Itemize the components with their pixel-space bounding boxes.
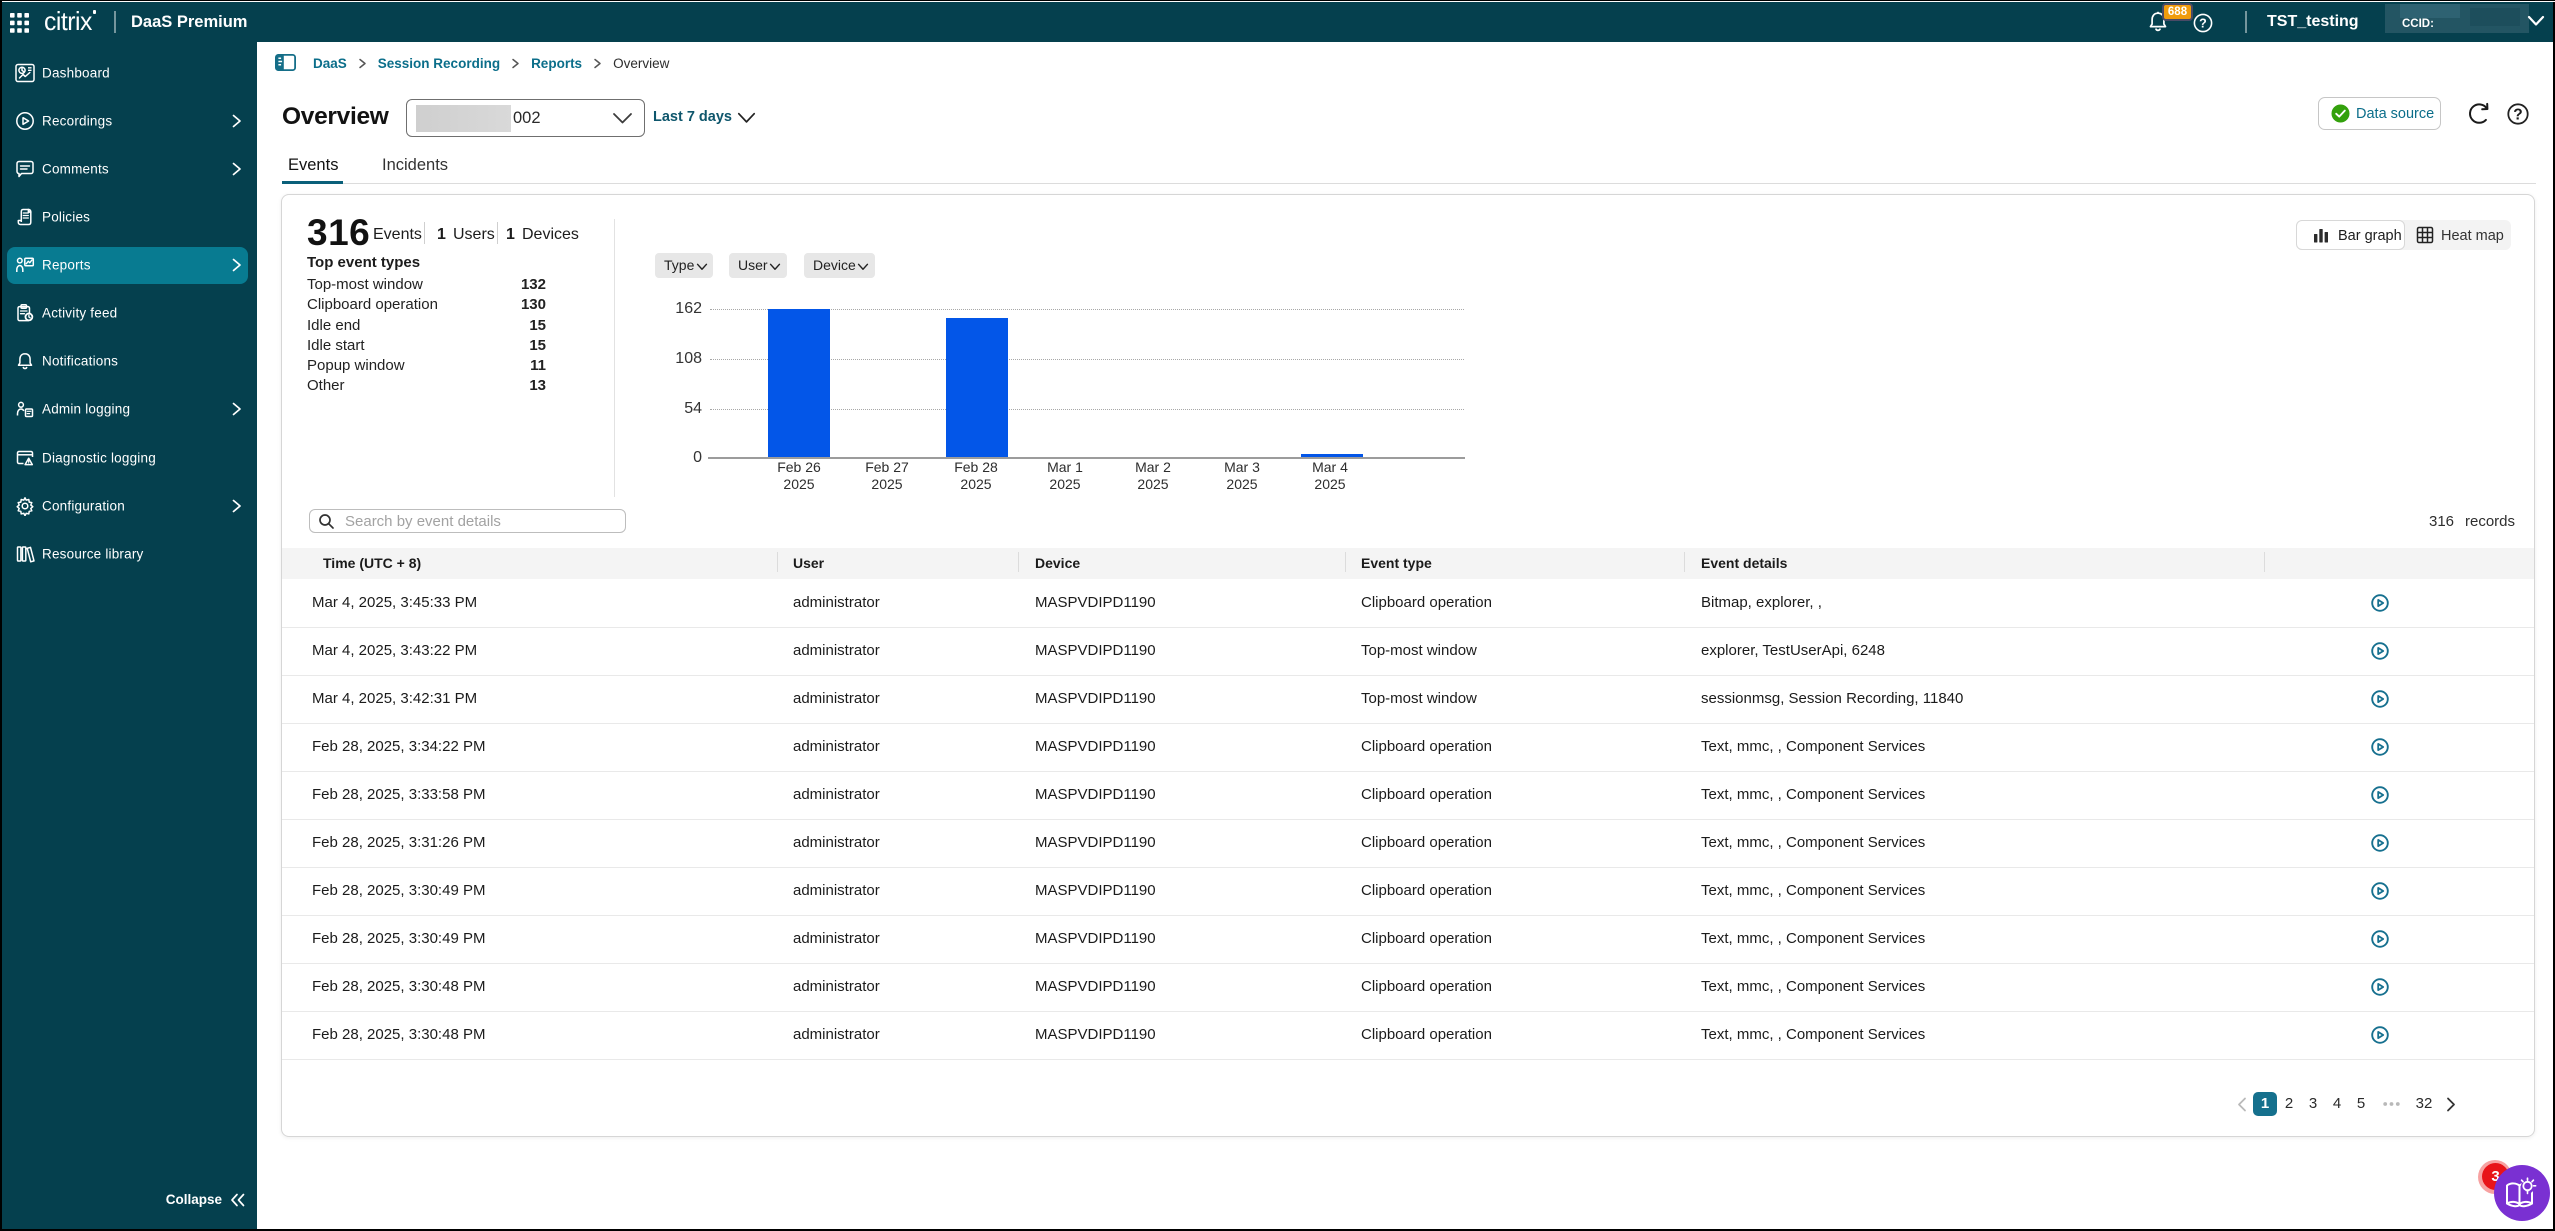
svg-text:?: ? [2513, 106, 2522, 123]
svg-text:?: ? [2199, 16, 2207, 30]
